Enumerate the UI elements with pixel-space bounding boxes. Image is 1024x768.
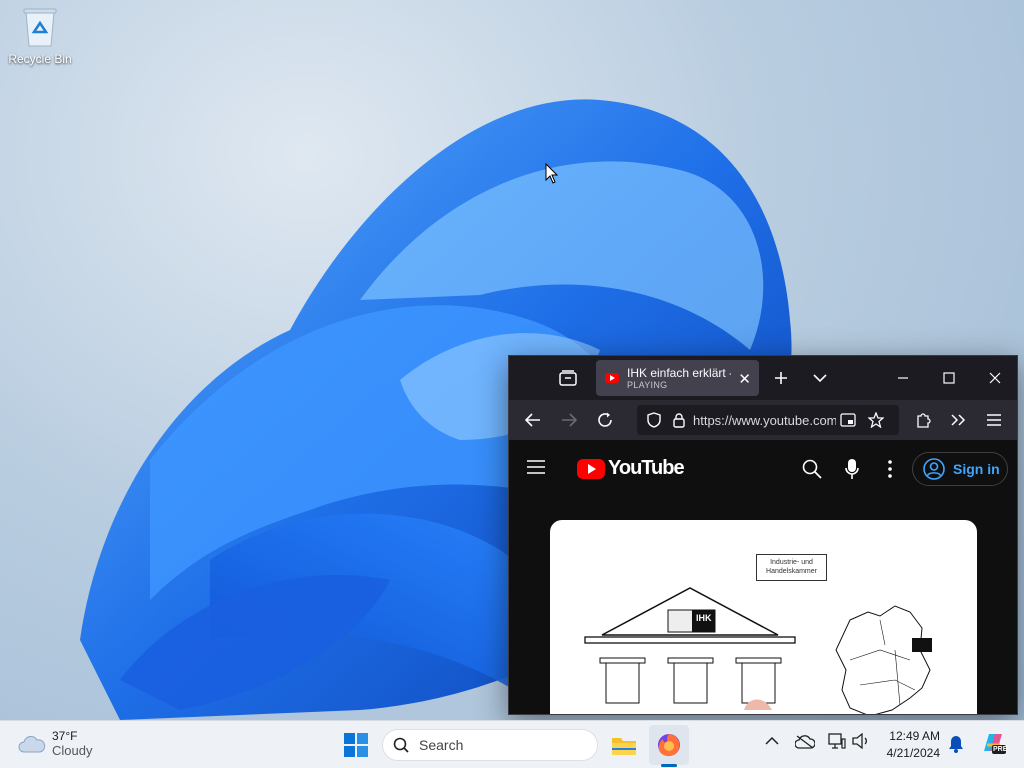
network-button[interactable] xyxy=(828,733,846,754)
recycle-bin-label: Recycle Bin xyxy=(8,52,72,66)
shield-icon xyxy=(647,412,661,428)
clock-time: 12:49 AM xyxy=(889,729,940,743)
minimize-icon xyxy=(898,377,908,379)
puzzle-icon xyxy=(917,413,931,428)
weather-condition: Cloudy xyxy=(52,743,93,758)
copilot-button[interactable]: PRE xyxy=(980,731,1008,760)
lock-icon xyxy=(673,412,685,428)
recycle-bin-shortcut[interactable]: Recycle Bin xyxy=(6,6,74,66)
show-hidden-icons-button[interactable] xyxy=(765,733,779,751)
url-text: https://www.youtube.com xyxy=(693,412,836,428)
video-illustration xyxy=(584,587,932,714)
weather-temp: 37°F xyxy=(52,729,78,743)
arrow-left-icon xyxy=(525,413,540,427)
search-placeholder: Search xyxy=(419,737,464,753)
taskbar: 37°F Cloudy Search 12:49 AM 4/21/2024 PR… xyxy=(0,720,1024,768)
firefox-window: IHK einfach erklärt - PLAYING ✕ https://… xyxy=(508,355,1018,715)
close-icon xyxy=(989,372,1001,384)
mouse-pointer-icon xyxy=(545,163,559,184)
youtube-header: YouTube Sign in xyxy=(509,440,1017,498)
onedrive-button[interactable] xyxy=(794,735,816,754)
chevron-down-icon xyxy=(813,374,827,383)
youtube-favicon-icon xyxy=(605,373,619,383)
copilot-preview-badge: PRE xyxy=(993,746,1008,753)
network-icon xyxy=(828,733,846,749)
tab-close-icon[interactable]: ✕ xyxy=(738,370,751,388)
weather-widget[interactable]: 37°F Cloudy xyxy=(18,729,92,758)
youtube-guide-button[interactable] xyxy=(527,460,545,479)
youtube-search-button[interactable] xyxy=(802,459,822,484)
taskbar-search-box[interactable]: Search xyxy=(382,729,598,761)
list-tabs-button[interactable] xyxy=(797,356,843,400)
maximize-button[interactable] xyxy=(926,356,972,400)
hamburger-menu-icon xyxy=(527,460,545,474)
sign-in-button[interactable]: Sign in xyxy=(912,452,1008,486)
vertical-dots-icon xyxy=(888,460,892,478)
address-bar[interactable]: https://www.youtube.com xyxy=(637,405,899,435)
video-building-sign: IHK xyxy=(696,613,712,623)
youtube-page: YouTube Sign in Industrie- und Handelska… xyxy=(509,440,1017,714)
tab-playing-status: PLAYING xyxy=(627,380,668,390)
maximize-icon xyxy=(943,372,955,384)
voice-search-button[interactable] xyxy=(845,458,859,485)
bell-icon xyxy=(949,736,963,753)
firefox-view-button[interactable] xyxy=(545,356,591,400)
clock-date: 4/21/2024 xyxy=(886,746,940,760)
speaker-icon xyxy=(852,732,867,750)
cloud-icon xyxy=(18,735,46,752)
folder-icon xyxy=(612,738,636,755)
app-menu-button[interactable] xyxy=(982,408,1006,432)
recycle-bin-icon xyxy=(20,6,60,48)
windows-logo-icon xyxy=(344,733,368,757)
file-explorer-button[interactable] xyxy=(604,725,644,765)
clock[interactable]: 12:49 AM 4/21/2024 xyxy=(872,728,940,762)
search-icon xyxy=(393,737,409,753)
firefox-icon xyxy=(658,734,680,757)
close-window-button[interactable] xyxy=(972,356,1017,400)
reload-button[interactable] xyxy=(593,408,617,432)
volume-button[interactable] xyxy=(852,732,870,754)
plus-icon xyxy=(775,372,787,384)
firefox-view-icon xyxy=(559,370,577,386)
video-player[interactable]: Industrie- und Handelskammer IHK xyxy=(550,520,977,714)
double-chevron-right-icon xyxy=(951,414,966,426)
youtube-settings-menu-button[interactable] xyxy=(887,460,893,483)
account-icon xyxy=(923,458,945,480)
youtube-logo[interactable]: YouTube xyxy=(577,457,685,480)
minimize-button[interactable] xyxy=(880,356,926,400)
sign-in-label: Sign in xyxy=(953,461,1000,477)
firefox-taskbar-button[interactable] xyxy=(649,725,689,765)
back-button[interactable] xyxy=(521,408,545,432)
title-bar: IHK einfach erklärt - PLAYING ✕ xyxy=(509,356,1017,400)
notification-button[interactable] xyxy=(948,735,964,758)
forward-button[interactable] xyxy=(557,408,581,432)
active-app-indicator xyxy=(661,764,677,767)
search-icon xyxy=(802,459,822,479)
chevron-up-icon xyxy=(765,736,779,745)
cloud-offline-icon xyxy=(794,735,816,749)
tab-title: IHK einfach erklärt - xyxy=(627,366,731,380)
extensions-button[interactable] xyxy=(911,408,935,432)
navigation-toolbar: https://www.youtube.com xyxy=(509,400,1017,440)
hamburger-menu-icon xyxy=(987,414,1001,426)
tab-youtube[interactable]: IHK einfach erklärt - PLAYING ✕ xyxy=(596,360,759,396)
star-bookmark-icon[interactable] xyxy=(868,412,884,428)
youtube-logo-text: YouTube xyxy=(608,457,685,479)
picture-in-picture-icon[interactable] xyxy=(840,413,856,427)
arrow-right-icon xyxy=(562,413,577,427)
microphone-icon xyxy=(845,459,859,479)
youtube-play-logo-icon xyxy=(577,458,605,479)
overflow-menu-button[interactable] xyxy=(946,408,970,432)
reload-icon xyxy=(598,412,612,427)
start-button[interactable] xyxy=(336,725,376,765)
